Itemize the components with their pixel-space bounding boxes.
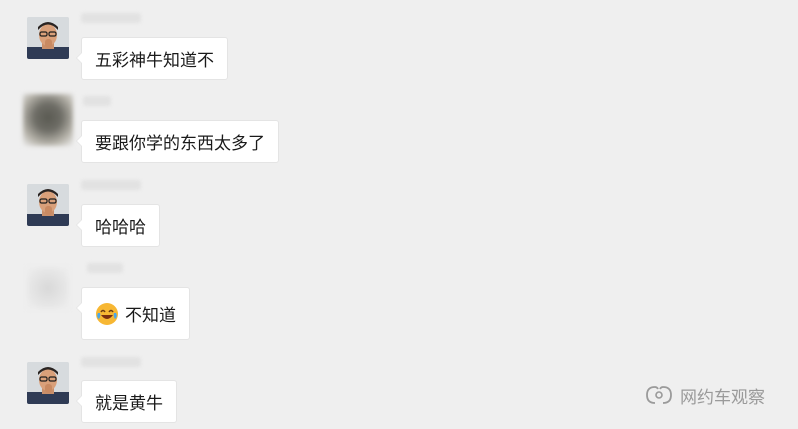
laughing-crying-emoji-icon — [96, 302, 118, 325]
message-bubble[interactable]: 不知道 — [76, 287, 190, 340]
message-text: 哈哈哈 — [95, 218, 146, 238]
message-bubble[interactable]: 五彩神牛知道不 — [76, 37, 228, 80]
message-text: 五彩神牛知道不 — [95, 51, 214, 71]
nickname-blurred — [81, 13, 141, 23]
chat-window: 五彩神牛知道不 要跟你学的东西太多了 哈哈哈 不知道 就是黄牛 网约车观察 — [0, 0, 798, 429]
person-photo-icon — [27, 184, 69, 226]
person-avatar[interactable] — [27, 184, 69, 226]
message-text: 就是黄牛 — [95, 394, 163, 414]
wechat-channel-icon — [646, 386, 672, 404]
blurred-avatar[interactable] — [27, 267, 69, 309]
nickname-blurred — [83, 96, 111, 106]
message-text: 不知道 — [125, 306, 176, 326]
person-avatar[interactable] — [27, 362, 69, 404]
person-avatar[interactable] — [27, 17, 69, 59]
message-bubble[interactable]: 哈哈哈 — [76, 204, 160, 247]
message-bubble[interactable]: 就是黄牛 — [76, 380, 177, 423]
message-bubble[interactable]: 要跟你学的东西太多了 — [76, 120, 279, 163]
watermark-text: 网约车观察 — [680, 387, 765, 408]
nickname-blurred — [87, 263, 123, 273]
person-photo-icon — [27, 362, 69, 404]
watermark: 网约车观察 — [644, 382, 765, 408]
nickname-blurred — [81, 357, 141, 367]
nickname-blurred — [81, 180, 141, 190]
message-text: 要跟你学的东西太多了 — [95, 134, 265, 154]
blurred-avatar[interactable] — [23, 94, 73, 146]
person-photo-icon — [27, 17, 69, 59]
